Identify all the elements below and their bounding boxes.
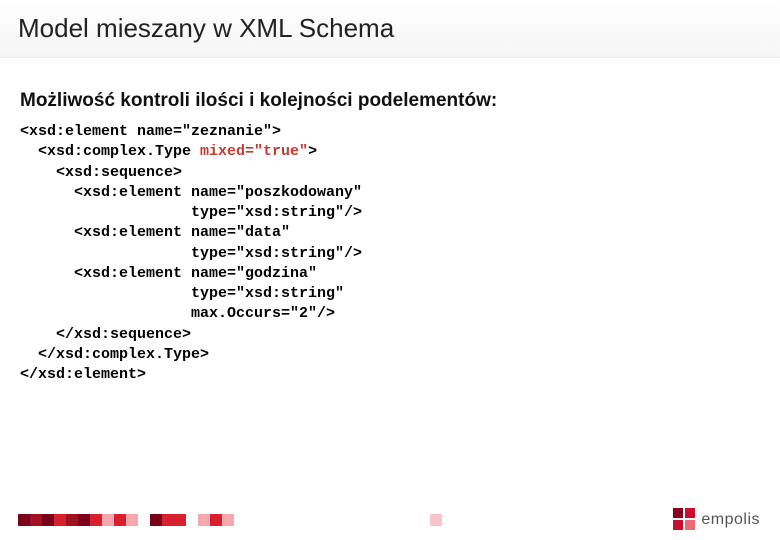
- code-line: >: [308, 143, 317, 160]
- title-bar: Model mieszany w XML Schema: [0, 0, 780, 58]
- square-icon: [42, 514, 54, 526]
- code-line: <xsd:element name="zeznanie">: [20, 123, 281, 140]
- code-line: <xsd:sequence>: [20, 164, 182, 181]
- square-icon: [18, 514, 30, 526]
- footer: empolis: [0, 500, 780, 540]
- code-line: </xsd:element>: [20, 366, 146, 383]
- code-line: type="xsd:string": [20, 285, 344, 302]
- code-line: <xsd:element name="poszkodowany": [20, 184, 362, 201]
- square-icon: [198, 514, 210, 526]
- code-line: </xsd:sequence>: [20, 326, 191, 343]
- code-line: </xsd:complex.Type>: [20, 346, 209, 363]
- code-line: max.Occurs="2"/>: [20, 305, 335, 322]
- code-line: <xsd:element name="data": [20, 224, 290, 241]
- code-line: type="xsd:string"/>: [20, 204, 362, 221]
- code-line: <xsd:element name="godzina": [20, 265, 317, 282]
- square-icon: [126, 514, 138, 526]
- square-icon: [210, 514, 222, 526]
- brand-logo: empolis: [673, 508, 760, 530]
- brand-name: empolis: [701, 511, 760, 530]
- code-line: <xsd:complex.Type: [20, 143, 200, 160]
- square-icon: [78, 514, 90, 526]
- square-icon: [66, 514, 78, 526]
- square-icon: [150, 514, 162, 526]
- square-icon: [222, 514, 234, 526]
- square-icon: [114, 514, 126, 526]
- footer-squares-left: [18, 514, 234, 526]
- square-gap: [138, 514, 150, 526]
- subheading: Możliwość kontroli ilości i kolejności p…: [20, 90, 760, 112]
- brand-mark-icon: [673, 508, 695, 530]
- square-icon: [430, 514, 442, 526]
- square-gap: [186, 514, 198, 526]
- square-icon: [174, 514, 186, 526]
- square-icon: [90, 514, 102, 526]
- square-icon: [102, 514, 114, 526]
- code-line: type="xsd:string"/>: [20, 245, 362, 262]
- square-icon: [30, 514, 42, 526]
- square-icon: [54, 514, 66, 526]
- code-highlight-mixed: mixed="true": [200, 143, 308, 160]
- square-icon: [162, 514, 174, 526]
- slide-title: Model mieszany w XML Schema: [18, 13, 394, 44]
- code-block: <xsd:element name="zeznanie"> <xsd:compl…: [20, 122, 760, 385]
- content-area: Możliwość kontroli ilości i kolejności p…: [0, 58, 780, 385]
